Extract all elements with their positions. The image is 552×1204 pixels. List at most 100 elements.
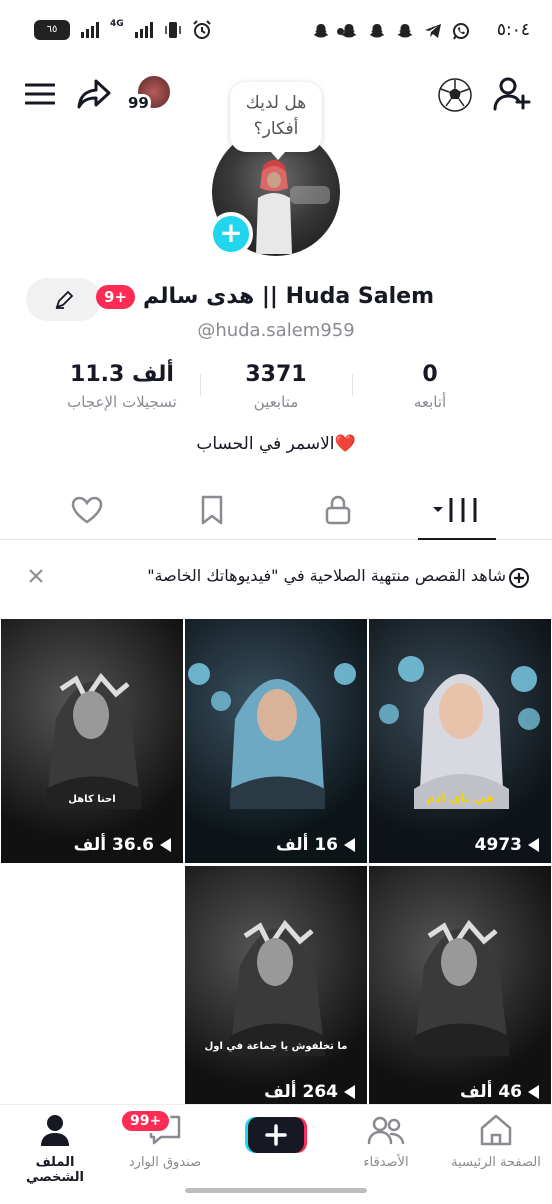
stat-following-label: أتابعه <box>413 393 447 411</box>
edit-profile-button[interactable] <box>26 278 101 321</box>
video-views: 36.6 ألف <box>1 835 183 855</box>
profile-icon <box>41 1115 69 1146</box>
share-button[interactable] <box>74 76 114 112</box>
nav-profile-label: الملف الشخصي <box>26 1155 84 1185</box>
notification-icons <box>312 22 470 40</box>
video-tile[interactable]: 46 ألف <box>369 866 551 1110</box>
inbox-badge: 99+ <box>120 1109 172 1133</box>
name-badge: 9+ <box>95 284 135 309</box>
home-indicator <box>185 1188 367 1193</box>
avatar-car-shape <box>290 186 330 204</box>
stat-following-count: 0 <box>422 362 438 387</box>
stat-followers-count: 3371 <box>245 362 307 387</box>
notifications-avatar-button[interactable]: 99 <box>124 72 176 116</box>
avatar-figure <box>256 160 292 254</box>
stat-following[interactable]: 0 أتابعه <box>355 362 505 411</box>
profile-bio: الاسمر في الحساب❤️ <box>196 434 356 454</box>
play-icon <box>344 1085 355 1099</box>
grid-videos-icon <box>433 498 477 522</box>
nav-profile[interactable]: الملف الشخصي <box>5 1113 105 1185</box>
close-icon <box>29 569 43 583</box>
stat-divider <box>352 374 353 396</box>
video-tile[interactable]: في باي ادم 4973 <box>369 619 551 863</box>
video-views: 16 ألف <box>185 835 367 855</box>
create-button[interactable] <box>245 1115 307 1155</box>
stat-divider <box>200 374 201 396</box>
snapchat-icon <box>341 24 357 38</box>
video-view-count: 4973 <box>474 835 522 855</box>
snapchat-icon <box>313 24 329 38</box>
menu-button[interactable] <box>22 76 58 112</box>
play-icon <box>528 838 539 852</box>
snapchat-icon <box>369 24 385 38</box>
tab-saved[interactable] <box>182 490 242 530</box>
pencil-icon <box>55 290 73 309</box>
profile-stats: 0 أتابعه 3371 متابعين 11.3 ألف تسجيلات ا… <box>0 362 552 422</box>
content-tabs <box>0 484 552 540</box>
video-tile[interactable]: ما تخلفوش يا جماعة في اول 264 ألف <box>185 866 367 1110</box>
stat-likes-label: تسجيلات الإعجاب <box>67 393 177 411</box>
network-label: 4G <box>110 19 124 29</box>
vibrate-icon <box>164 22 181 38</box>
tab-liked[interactable] <box>57 490 117 530</box>
play-icon <box>528 1085 539 1099</box>
video-person-figure <box>414 919 509 1056</box>
notification-count: 99 <box>126 94 151 112</box>
ideas-bubble[interactable]: هل لديك أفكار؟ <box>230 82 322 160</box>
heart-icon <box>71 496 103 524</box>
home-icon <box>480 1114 512 1146</box>
soccer-ball-icon <box>438 78 472 112</box>
nav-friends[interactable]: الأصدقاء <box>336 1113 436 1170</box>
signal-icon <box>81 22 99 38</box>
video-view-count: 264 ألف <box>264 1082 338 1102</box>
video-caption: في باي ادم <box>426 791 494 805</box>
status-time: ٥:٠٤ <box>496 20 530 40</box>
snapchat-icon <box>397 24 413 38</box>
profile-name: هدى سالم || Huda Salem <box>143 284 434 309</box>
stat-likes[interactable]: 11.3 ألف تسجيلات الإعجاب <box>47 362 197 411</box>
stat-followers[interactable]: 3371 متابعين <box>201 362 351 411</box>
video-view-count: 16 ألف <box>275 835 338 855</box>
profile-handle: @huda.salem959 <box>197 320 355 341</box>
add-story-button[interactable]: + <box>209 212 253 256</box>
video-tile[interactable]: احنا كاهل 36.6 ألف <box>1 619 183 863</box>
banner-text: شاهد القصص منتهية الصلاحية في "فيديوهاتك… <box>147 566 506 585</box>
play-icon <box>344 838 355 852</box>
battery-icon: ٦٥ <box>34 20 70 40</box>
video-views: 264 ألف <box>185 1082 367 1102</box>
lock-icon <box>325 495 351 525</box>
play-icon <box>160 838 171 852</box>
stat-followers-label: متابعين <box>253 393 299 411</box>
video-caption: ما تخلفوش يا جماعة في اول <box>204 1041 348 1052</box>
video-view-count: 46 ألف <box>459 1082 522 1102</box>
tab-videos[interactable] <box>428 490 488 530</box>
nav-home-label: الصفحة الرئيسية <box>451 1155 541 1170</box>
status-bar: ٦٥ 4G ٥:٠٤ <box>0 0 552 62</box>
video-person-figure <box>414 674 509 809</box>
game-button[interactable] <box>436 76 474 114</box>
plus-icon <box>245 1117 307 1153</box>
whatsapp-icon <box>453 23 469 40</box>
nav-friends-label: الأصدقاء <box>363 1155 409 1170</box>
video-person-figure <box>230 679 325 809</box>
video-view-count: 36.6 ألف <box>73 835 154 855</box>
telegram-icon <box>425 24 441 38</box>
signal-icon-2 <box>134 22 153 38</box>
hamburger-icon <box>25 83 55 105</box>
bubble-line1: هل لديك <box>245 93 307 113</box>
expired-stories-banner[interactable]: شاهد القصص منتهية الصلاحية في "فيديوهاتك… <box>0 556 552 600</box>
share-icon <box>77 79 111 109</box>
video-views: 46 ألف <box>369 1082 551 1102</box>
tab-private[interactable] <box>308 490 368 530</box>
profile-name-row: 9+ هدى سالم || Huda Salem <box>95 284 434 309</box>
stat-likes-count: 11.3 ألف <box>70 362 174 387</box>
video-tile[interactable]: 16 ألف <box>185 619 367 863</box>
video-person-figure <box>46 672 141 809</box>
bubble-line2: أفكار؟ <box>253 119 299 139</box>
friends-icon <box>367 1116 405 1145</box>
active-tab-indicator <box>418 538 496 540</box>
add-friend-button[interactable] <box>492 74 532 114</box>
video-views: 4973 <box>369 835 551 855</box>
close-banner-button[interactable] <box>26 566 48 588</box>
nav-home[interactable]: الصفحة الرئيسية <box>446 1113 546 1170</box>
